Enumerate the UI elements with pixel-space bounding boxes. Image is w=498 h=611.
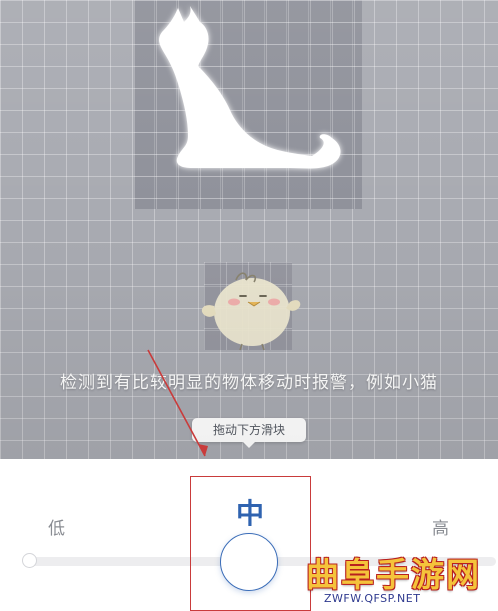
sensitivity-high-label[interactable]: 高: [432, 514, 449, 539]
sensitivity-slider-thumb[interactable]: [220, 533, 278, 591]
chick-mascot-icon: [201, 272, 301, 351]
sensitivity-mid-label[interactable]: 中: [233, 492, 267, 532]
motion-detection-preview: 检测到有比较明显的物体移动时报警，例如小猫 拖动下方滑块: [0, 0, 498, 459]
watermark-title: 曲阜手游网: [306, 555, 481, 594]
detection-hint-text: 检测到有比较明显的物体移动时报警，例如小猫: [60, 373, 438, 393]
drag-slider-tooltip: 拖动下方滑块: [192, 418, 306, 448]
slider-track-start-dot: [22, 553, 37, 568]
sensitivity-low-label[interactable]: 低: [48, 514, 65, 539]
cat-silhouette-icon: [159, 6, 341, 169]
watermark-url: ZWFW.QFSP.NET: [324, 592, 421, 605]
site-watermark: 曲阜手游网 ZWFW.QFSP.NET: [306, 548, 492, 608]
